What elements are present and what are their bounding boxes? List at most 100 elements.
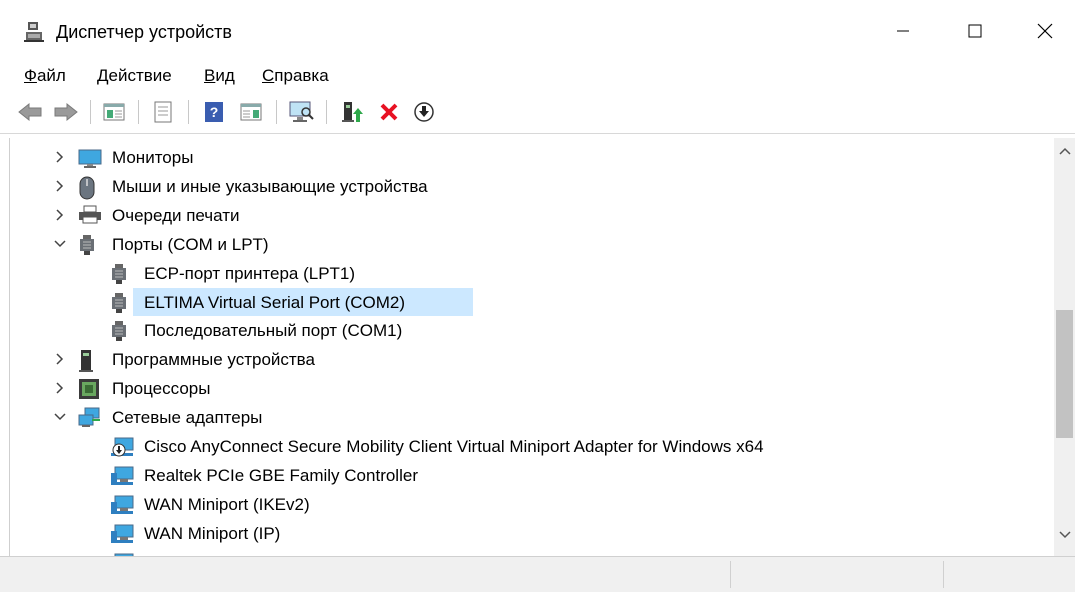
tree-item-label: Последовательный порт (COM1): [144, 321, 403, 341]
help-icon: ?: [205, 102, 223, 122]
tree-category-item[interactable]: Программные устройства: [10, 345, 1050, 373]
back-arrow-icon: [18, 102, 42, 122]
port-icon: [110, 292, 132, 314]
forward-arrow-icon: [54, 102, 78, 122]
tree-item-label: Очереди печати: [112, 205, 240, 225]
scroll-thumb[interactable]: [1056, 310, 1073, 438]
chevron-down-icon: [1058, 531, 1071, 539]
software-device-icon: [78, 349, 100, 373]
menu-view[interactable]: Вид: [204, 66, 235, 86]
uninstall-device-button[interactable]: [376, 99, 402, 125]
help-button[interactable]: ?: [201, 99, 227, 125]
tree-category-item[interactable]: Порты (COM и LPT): [10, 230, 1050, 258]
tree-category-item[interactable]: Мониторы: [10, 143, 1050, 171]
show-hide-console-tree-button[interactable]: [101, 99, 127, 125]
processor-icon: [78, 378, 100, 400]
tree-item-label: Cisco AnyConnect Secure Mobility Client …: [144, 437, 764, 456]
tree-category-item[interactable]: Сетевые адаптеры: [10, 403, 1050, 431]
chevron-right-icon[interactable]: [53, 352, 67, 366]
tree-child-item[interactable]: WAN Miniport (IPv6): [10, 548, 1050, 556]
tree-item-label: Сетевые адаптеры: [112, 408, 263, 428]
update-driver-button[interactable]: [339, 99, 365, 125]
mouse-icon: [78, 176, 100, 200]
maximize-icon: [968, 24, 982, 38]
chevron-right-icon[interactable]: [53, 208, 67, 222]
network-adapter-icon: [110, 494, 134, 516]
port-icon: [110, 263, 132, 285]
status-cell-main: [0, 557, 730, 592]
port-icon: [110, 320, 132, 342]
tree-item-label: Realtek PCIe GBE Family Controller: [144, 465, 418, 485]
enable-device-button[interactable]: [411, 99, 437, 125]
tree-item-label: ELTIMA Virtual Serial Port (COM2): [144, 292, 406, 312]
chevron-up-icon: [1058, 147, 1071, 155]
device-manager-app-icon: [22, 20, 46, 44]
tree-item-label: Программные устройства: [112, 350, 315, 370]
tree-item-label: WAN Miniport (IP): [144, 523, 281, 543]
tree-item-label: Мониторы: [112, 148, 194, 167]
menu-help[interactable]: Справка: [262, 66, 329, 86]
tree-child-item[interactable]: WAN Miniport (IP): [10, 519, 1050, 547]
tree-item-label: Порты (COM и LPT): [112, 234, 269, 254]
toolbar: ?: [0, 89, 1075, 134]
tree-category-item[interactable]: Мыши и иные указывающие устройства: [10, 172, 1050, 200]
update-driver-icon: [342, 102, 363, 122]
monitor-icon: [78, 147, 102, 169]
tree-child-item[interactable]: ECP-порт принтера (LPT1): [10, 259, 1050, 287]
tree-child-item[interactable]: Cisco AnyConnect Secure Mobility Client …: [10, 432, 1050, 460]
tree-child-item[interactable]: Последовательный порт (COM1): [10, 316, 1050, 344]
close-button[interactable]: [1015, 0, 1075, 62]
port-icon: [78, 234, 100, 256]
action-pane-button[interactable]: [238, 99, 264, 125]
tree-item-label: WAN Miniport (IKEv2): [144, 494, 310, 514]
toolbar-separator: [90, 100, 91, 124]
toolbar-separator: [276, 100, 277, 124]
network-adapter-icon: [110, 523, 134, 545]
menu-action[interactable]: Действие: [97, 66, 172, 86]
properties-button[interactable]: [150, 99, 176, 125]
tree-item-label: ECP-порт принтера (LPT1): [144, 263, 356, 283]
network-adapter-icon: [110, 465, 134, 487]
status-divider: [943, 561, 944, 588]
chevron-right-icon[interactable]: [53, 150, 67, 164]
details-icon: [154, 101, 172, 123]
back-button[interactable]: [17, 99, 43, 125]
tree-item-label: Мыши и иные указывающие устройства: [112, 176, 428, 196]
chevron-down-icon[interactable]: [53, 410, 67, 424]
uninstall-x-icon: [380, 103, 398, 121]
tree-child-item[interactable]: Realtek PCIe GBE Family Controller: [10, 461, 1050, 489]
chevron-right-icon[interactable]: [53, 179, 67, 193]
menu-file[interactable]: Файл: [24, 66, 66, 86]
device-tree: Мониторы Мыши и иные указывающие устройст…: [9, 138, 1055, 556]
download-driver-icon: [414, 102, 434, 122]
close-icon: [1037, 23, 1053, 39]
maximize-button[interactable]: [945, 0, 1005, 62]
tree-category-item[interactable]: Очереди печати: [10, 201, 1050, 229]
tree-child-item[interactable]: ELTIMA Virtual Serial Port (COM2): [10, 287, 1050, 316]
tree-item-label: Процессоры: [112, 379, 211, 399]
toolbar-separator: [326, 100, 327, 124]
printer-icon: [78, 205, 101, 227]
tree-child-item[interactable]: WAN Miniport (IKEv2): [10, 490, 1050, 518]
status-bar: [0, 556, 1075, 592]
chevron-down-icon[interactable]: [53, 237, 67, 251]
tree-category-item[interactable]: Процессоры: [10, 374, 1050, 402]
forward-button[interactable]: [53, 99, 79, 125]
network-icon: [78, 407, 100, 429]
menu-bar: Файл Действие Вид Справка: [0, 62, 1075, 89]
svg-text:?: ?: [210, 104, 219, 120]
minimize-button[interactable]: [873, 0, 933, 62]
window-title: Диспетчер устройств: [56, 22, 232, 42]
toolbar-separator: [188, 100, 189, 124]
vertical-scrollbar[interactable]: [1054, 138, 1075, 556]
scroll-down-button[interactable]: [1054, 530, 1075, 548]
scroll-up-button[interactable]: [1054, 146, 1075, 164]
title-bar: Диспетчер устройств: [0, 0, 1075, 62]
properties-pane-icon: [103, 103, 125, 121]
action-pane-icon: [240, 103, 262, 121]
network-adapter-download-icon: [110, 436, 134, 458]
chevron-right-icon[interactable]: [53, 381, 67, 395]
status-divider: [730, 561, 731, 588]
scan-hardware-button[interactable]: [288, 99, 314, 125]
toolbar-separator: [138, 100, 139, 124]
